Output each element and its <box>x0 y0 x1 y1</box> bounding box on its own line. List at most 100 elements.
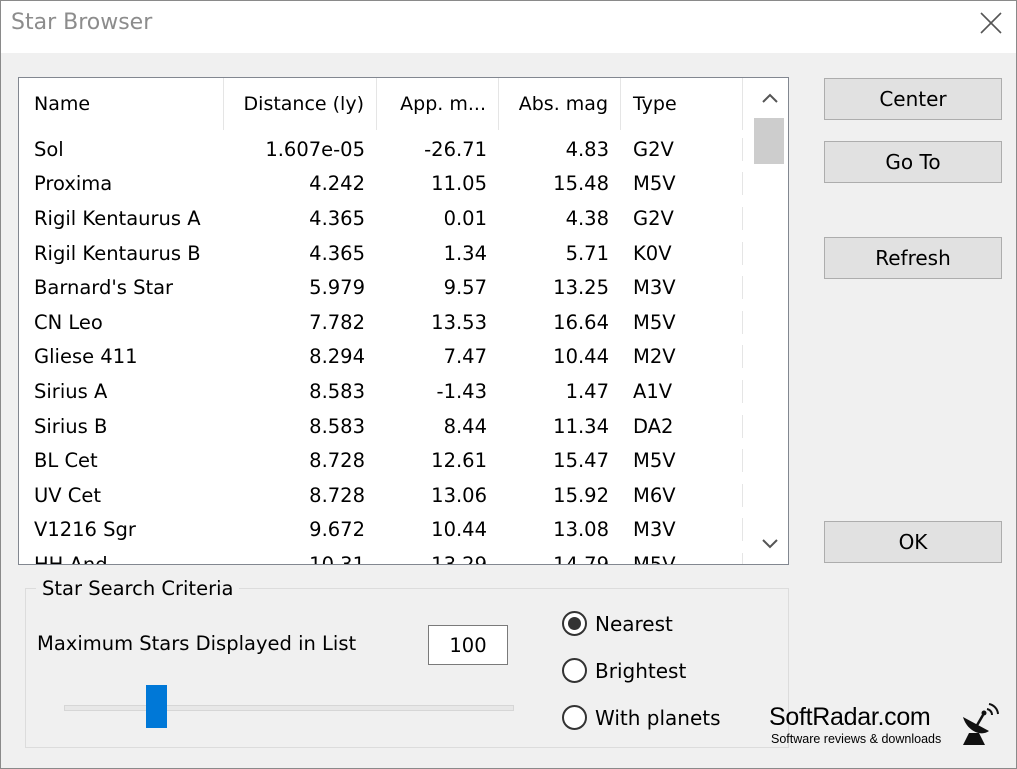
cell-distance: 4.365 <box>309 206 365 230</box>
window-title: Star Browser <box>11 10 153 35</box>
vertical-scrollbar[interactable] <box>752 78 788 564</box>
close-button[interactable] <box>966 1 1016 45</box>
table-row[interactable]: Sol 1.607e-05 -26.71 4.83 G2V <box>19 132 752 167</box>
column-header-name[interactable]: Name <box>19 78 224 130</box>
table-row[interactable]: Gliese 411 8.294 7.47 10.44 M2V <box>19 340 752 375</box>
radio-circle <box>562 705 587 730</box>
satellite-dish-icon <box>963 703 999 745</box>
table-row[interactable]: HH And 10.31 13.29 14.79 M5V <box>19 547 752 565</box>
refresh-button[interactable]: Refresh <box>824 237 1002 279</box>
column-header-abs-mag[interactable]: Abs. mag <box>499 78 621 130</box>
cell-name: Proxima <box>34 172 113 196</box>
cell-abs-mag: 16.64 <box>553 310 609 334</box>
cell-name: V1216 Sgr <box>34 518 136 542</box>
table-row[interactable]: UV Cet 8.728 13.06 15.92 M6V <box>19 478 752 513</box>
cell-distance: 8.294 <box>309 345 365 369</box>
cell-abs-mag: 14.79 <box>553 552 609 565</box>
cell-abs-mag: 5.71 <box>565 241 609 265</box>
cell-app-mag: 11.05 <box>431 172 487 196</box>
star-browser-dialog: Star Browser Name Distance (ly) App. m..… <box>0 0 1017 769</box>
table-row[interactable]: Rigil Kentaurus B 4.365 1.34 5.71 K0V <box>19 236 752 271</box>
cell-type: M3V <box>621 518 743 542</box>
cell-name: Sirius A <box>34 379 108 403</box>
star-list[interactable]: Name Distance (ly) App. m... Abs. mag Ty… <box>18 77 789 565</box>
cell-distance: 10.31 <box>309 552 365 565</box>
table-row[interactable]: V1216 Sgr 9.672 10.44 13.08 M3V <box>19 513 752 548</box>
radio-with-planets[interactable]: With planets <box>562 705 721 730</box>
cell-distance: 8.728 <box>309 449 365 473</box>
cell-distance: 4.365 <box>309 241 365 265</box>
cell-app-mag: 13.53 <box>431 310 487 334</box>
cell-app-mag: 10.44 <box>431 518 487 542</box>
ok-button[interactable]: OK <box>824 521 1002 563</box>
cell-name: HH And <box>34 552 108 565</box>
cell-app-mag: 0.01 <box>443 206 487 230</box>
cell-distance: 1.607e-05 <box>265 137 365 161</box>
cell-distance: 8.728 <box>309 483 365 507</box>
table-row[interactable]: Sirius B 8.583 8.44 11.34 DA2 <box>19 409 752 444</box>
column-header-distance[interactable]: Distance (ly) <box>224 78 377 130</box>
cell-abs-mag: 13.08 <box>553 518 609 542</box>
radio-nearest[interactable]: Nearest <box>562 611 673 636</box>
cell-app-mag: 9.57 <box>443 276 487 300</box>
cell-app-mag: 1.34 <box>443 241 487 265</box>
watermark-subtitle: Software reviews & downloads <box>771 732 942 746</box>
cell-type: M5V <box>621 310 743 334</box>
table-row[interactable]: Rigil Kentaurus A 4.365 0.01 4.38 G2V <box>19 201 752 236</box>
cell-type: M5V <box>621 552 743 564</box>
cell-abs-mag: 10.44 <box>553 345 609 369</box>
cell-name: CN Leo <box>34 310 103 334</box>
title-bar: Star Browser <box>1 1 1016 53</box>
column-header-app-mag[interactable]: App. m... <box>377 78 499 130</box>
cell-app-mag: 13.06 <box>431 483 487 507</box>
scroll-up-button[interactable] <box>752 78 788 118</box>
table-row[interactable]: Proxima 4.242 11.05 15.48 M5V <box>19 167 752 202</box>
radio-brightest-label: Brightest <box>595 658 687 683</box>
table-row[interactable]: CN Leo 7.782 13.53 16.64 M5V <box>19 305 752 340</box>
radio-brightest[interactable]: Brightest <box>562 658 686 683</box>
radio-selected-dot <box>568 617 581 630</box>
slider-thumb[interactable] <box>145 685 167 728</box>
cell-type: G2V <box>621 206 743 230</box>
cell-abs-mag: 15.47 <box>553 449 609 473</box>
cell-type: M2V <box>621 345 743 369</box>
list-header: Name Distance (ly) App. m... Abs. mag Ty… <box>19 78 752 130</box>
chevron-up-icon <box>762 93 778 103</box>
cell-name: Sol <box>34 137 64 161</box>
close-icon <box>980 12 1002 34</box>
radio-circle <box>562 658 587 683</box>
max-stars-input[interactable]: 100 <box>428 625 508 665</box>
cell-distance: 9.672 <box>309 518 365 542</box>
table-row[interactable]: Sirius A 8.583 -1.43 1.47 A1V <box>19 374 752 409</box>
cell-type: G2V <box>621 137 743 161</box>
radio-with-planets-label: With planets <box>595 705 721 730</box>
scroll-thumb[interactable] <box>754 118 784 164</box>
table-row[interactable]: BL Cet 8.728 12.61 15.47 M5V <box>19 443 752 478</box>
cell-abs-mag: 4.38 <box>565 206 609 230</box>
column-header-type[interactable]: Type <box>621 78 743 130</box>
cell-abs-mag: 1.47 <box>565 379 609 403</box>
table-row[interactable]: Barnard's Star 5.979 9.57 13.25 M3V <box>19 270 752 305</box>
cell-name: Barnard's Star <box>34 276 174 300</box>
cell-abs-mag: 11.34 <box>553 414 609 438</box>
cell-distance: 7.782 <box>309 310 365 334</box>
cell-app-mag: 13.29 <box>431 552 487 565</box>
cell-type: M5V <box>621 172 743 196</box>
cell-name: UV Cet <box>34 483 102 507</box>
cell-abs-mag: 15.48 <box>553 172 609 196</box>
cell-type: A1V <box>621 379 743 403</box>
cell-distance: 4.242 <box>309 172 365 196</box>
cell-name: Rigil Kentaurus A <box>34 206 201 230</box>
radio-nearest-label: Nearest <box>595 611 673 636</box>
max-stars-slider[interactable] <box>64 705 514 711</box>
list-rows: Sol 1.607e-05 -26.71 4.83 G2V Proxima 4.242 11.… <box>19 132 752 565</box>
cell-name: Gliese 411 <box>34 345 138 369</box>
cell-abs-mag: 13.25 <box>553 276 609 300</box>
goto-button[interactable]: Go To <box>824 141 1002 183</box>
center-button[interactable]: Center <box>824 78 1002 120</box>
cell-type: DA2 <box>621 414 743 438</box>
cell-type: K0V <box>621 241 743 265</box>
cell-app-mag: -26.71 <box>424 137 487 161</box>
cell-distance: 8.583 <box>309 414 365 438</box>
scroll-down-button[interactable] <box>752 524 788 564</box>
